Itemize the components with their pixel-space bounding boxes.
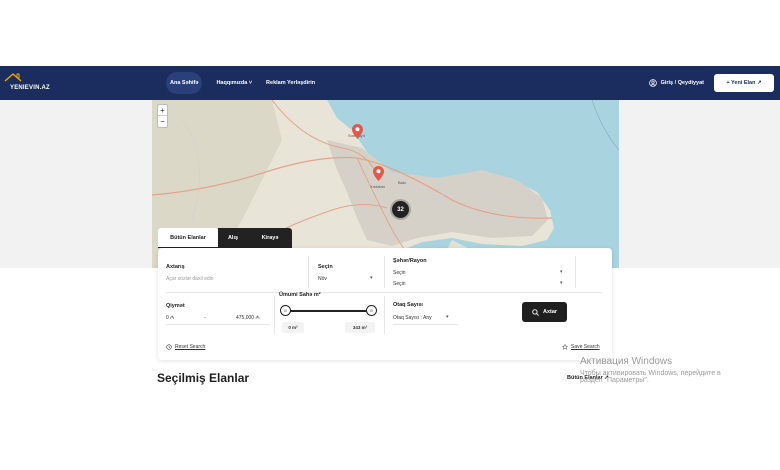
reset-icon xyxy=(166,344,172,350)
site-header: YENIEVIN.AZ Ana Səhifə Haqqımızda ˅ Rekl… xyxy=(0,66,780,100)
zoom-in-button[interactable]: + xyxy=(158,105,167,116)
new-ad-button[interactable]: + Yeni Elan ↗ xyxy=(714,74,774,92)
divider xyxy=(384,296,385,334)
rooms-underline xyxy=(393,324,458,325)
area-slider-max-handle[interactable]: II xyxy=(366,305,377,316)
map-label-khirdalan: Xırdalan xyxy=(370,184,385,189)
price-min-input[interactable]: 0 ₼ xyxy=(166,315,174,321)
chevron-down-icon: ▾ xyxy=(446,314,449,320)
keyword-label: Axtarış xyxy=(166,264,185,270)
rooms-label: Otaq Sayısı xyxy=(393,302,423,308)
login-label: Giriş / Qeydiyyat xyxy=(660,80,704,86)
main-nav: Ana Səhifə Haqqımızda ˅ Reklam Yerləşdir… xyxy=(166,66,329,100)
city-label: Şəhər/Rayon xyxy=(393,258,427,264)
zoom-control: + − xyxy=(157,104,168,128)
area-label: Ümumi Sahə m² xyxy=(279,292,321,298)
map-marker-icon[interactable] xyxy=(352,124,363,139)
chevron-down-icon: ▾ xyxy=(370,275,373,281)
area-slider-track xyxy=(287,310,371,312)
divider xyxy=(575,256,576,288)
house-logo-icon xyxy=(4,73,22,82)
listing-type-tabs: Bütün Elanlar Alış Kirayə xyxy=(158,228,292,248)
city-select[interactable]: Seçin xyxy=(393,270,406,276)
divider xyxy=(274,296,275,334)
chevron-down-icon: ▾ xyxy=(560,269,563,275)
login-link[interactable]: Giriş / Qeydiyyat xyxy=(648,79,704,87)
watermark-line: раздел "Параметры". xyxy=(580,377,649,384)
logo-text: YENIEVIN.AZ xyxy=(10,85,50,91)
user-icon xyxy=(648,79,657,87)
type-select[interactable]: Növ xyxy=(318,276,327,282)
map-marker-icon[interactable] xyxy=(373,166,384,181)
divider xyxy=(308,256,309,288)
watermark-title: Активация Windows xyxy=(580,356,673,367)
zoom-out-button[interactable]: − xyxy=(158,116,167,127)
nav-advertise[interactable]: Reklam Yerləşdirin xyxy=(266,80,315,86)
watermark-line: Чтобы активировать Windows, перейдите в xyxy=(580,370,721,377)
type-label: Seçin xyxy=(318,264,333,270)
chevron-down-icon: ▾ xyxy=(560,280,563,286)
divider xyxy=(166,292,602,293)
reset-search-label: Reset Search xyxy=(175,344,206,350)
star-icon xyxy=(562,344,568,350)
save-search-link[interactable]: Save Search xyxy=(562,344,600,350)
reset-search-link[interactable]: Reset Search xyxy=(166,344,205,350)
tab-rent[interactable]: Kirayə xyxy=(248,228,292,248)
map-label-baku: Bakı xyxy=(398,180,407,185)
featured-title: Seçilmiş Elanlar xyxy=(157,371,250,385)
price-dash: - xyxy=(204,315,206,321)
district-select[interactable]: Seçin xyxy=(393,281,406,287)
price-max-input[interactable]: 475,000 ₼ xyxy=(236,315,260,321)
nav-home[interactable]: Ana Səhifə xyxy=(166,72,203,94)
rooms-select[interactable]: Otaq Sayısı : Any xyxy=(393,315,432,321)
search-button-label: Axtar xyxy=(542,309,558,315)
tab-buy[interactable]: Alış xyxy=(218,228,248,248)
nav-about[interactable]: Haqqımızda ˅ xyxy=(216,80,252,86)
keyword-input[interactable]: Açar sözlər daxil edin xyxy=(166,276,214,282)
search-button[interactable]: Axtar xyxy=(522,302,567,322)
windows-activation-watermark: Активация Windows Чтобы активировать Win… xyxy=(580,356,721,384)
area-max-value: 343 m² xyxy=(345,322,375,333)
header-actions: Giriş / Qeydiyyat + Yeni Elan ↗ xyxy=(648,66,774,100)
top-blank-area xyxy=(0,0,780,66)
tab-all-ads[interactable]: Bütün Elanlar xyxy=(158,228,218,248)
area-min-value: 0 m² xyxy=(282,322,304,333)
map-cluster-marker[interactable]: 32 xyxy=(392,201,409,218)
price-underline xyxy=(166,324,270,325)
save-search-label: Save Search xyxy=(571,344,600,350)
area-slider-min-handle[interactable]: II xyxy=(280,305,291,316)
price-label: Qiymət xyxy=(166,303,185,309)
search-icon xyxy=(532,308,539,316)
divider xyxy=(384,256,385,288)
